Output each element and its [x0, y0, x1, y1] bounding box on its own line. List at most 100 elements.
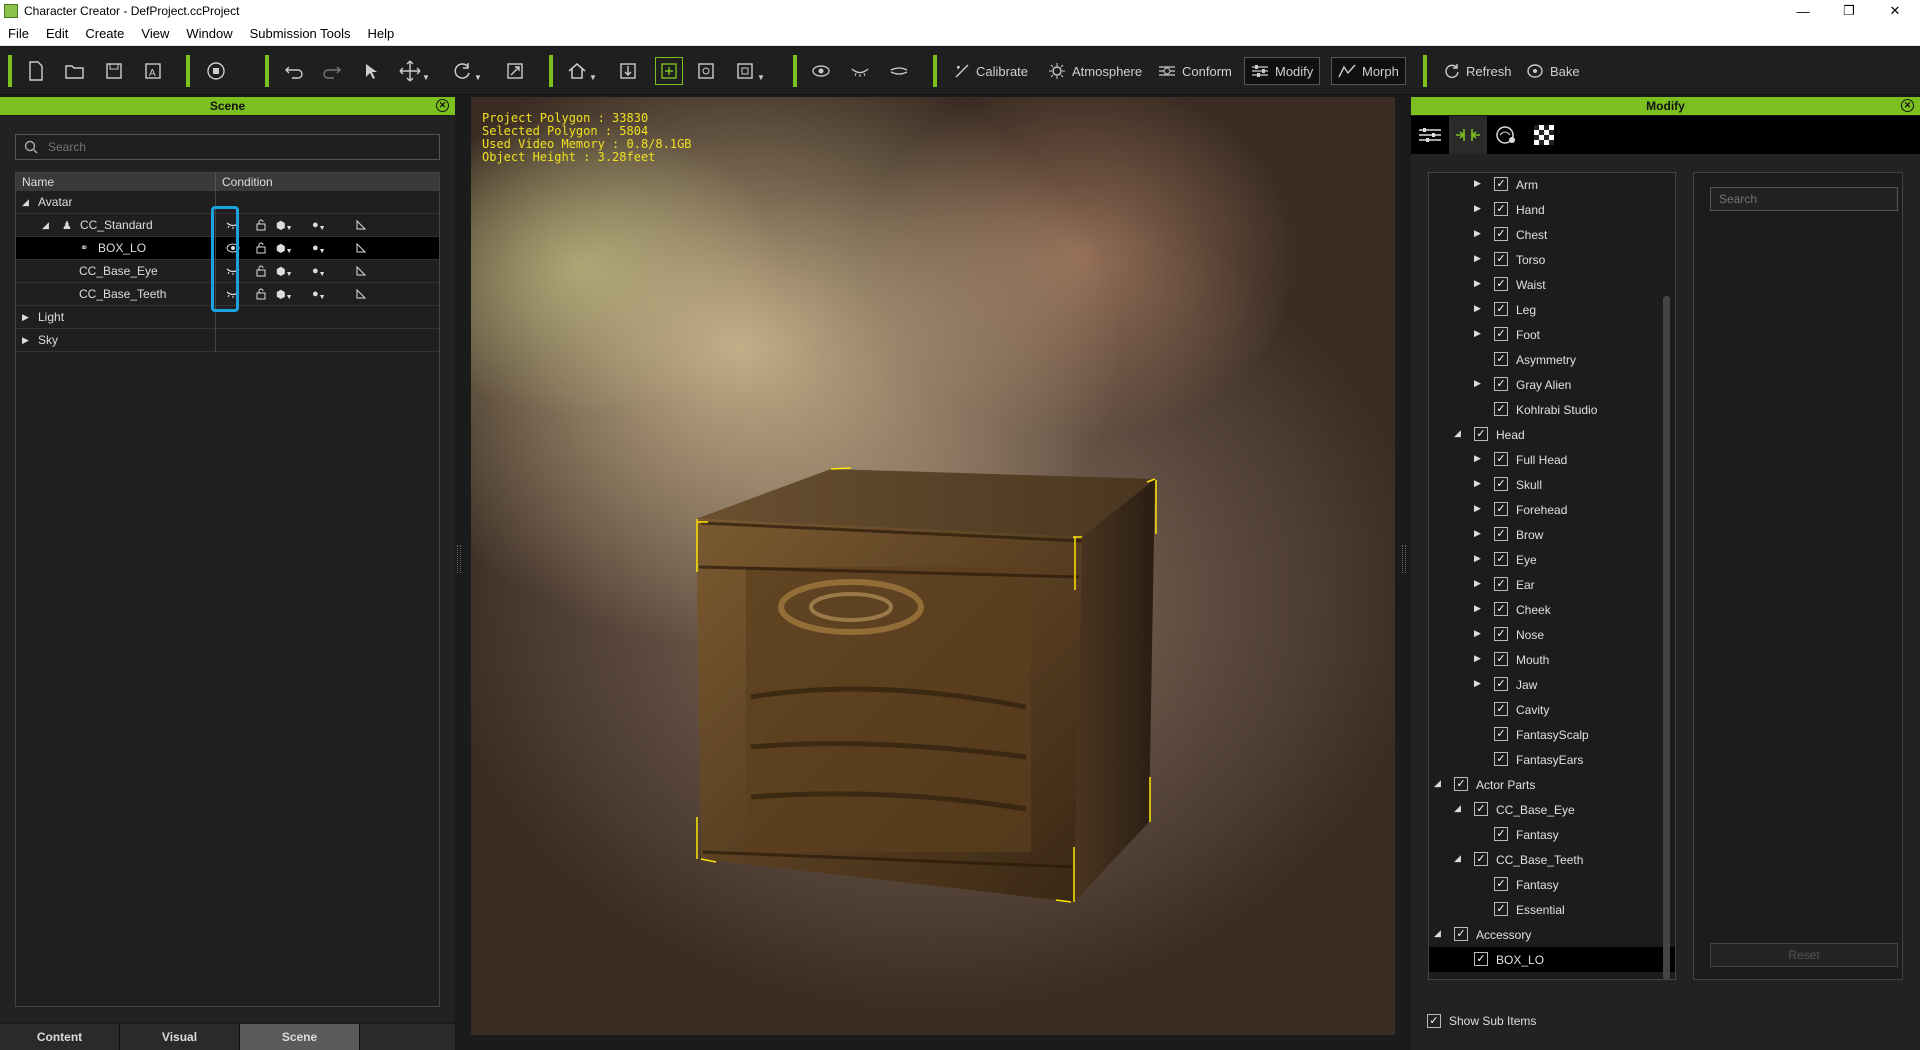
- morph-checkbox[interactable]: ✓: [1494, 502, 1508, 516]
- morph-checkbox[interactable]: ✓: [1494, 452, 1508, 466]
- splitter-handle[interactable]: [457, 545, 461, 573]
- expand-arrow-icon[interactable]: ▶: [1474, 303, 1484, 313]
- morph-checkbox[interactable]: ✓: [1494, 302, 1508, 316]
- wooden-crate-model[interactable]: [471, 97, 1395, 1035]
- bone-icon[interactable]: [350, 263, 372, 279]
- morph-tree-item[interactable]: ▶ ✓ Torso: [1429, 247, 1675, 272]
- scene-search-box[interactable]: [15, 134, 440, 160]
- morph-tree-item[interactable]: ▶ ✓ Foot: [1429, 322, 1675, 347]
- morph-tree-item[interactable]: ▶ ✓ Ear: [1429, 572, 1675, 597]
- lock-icon[interactable]: [250, 286, 272, 302]
- morph-tree-item[interactable]: ▶ ✓ Waist: [1429, 272, 1675, 297]
- morph-checkbox[interactable]: ✓: [1494, 552, 1508, 566]
- redo-icon[interactable]: [320, 57, 344, 85]
- morph-tree-item[interactable]: ▶ ✓ Brow: [1429, 522, 1675, 547]
- morph-tree-item[interactable]: ✓ Fantasy: [1429, 822, 1675, 847]
- expand-arrow-icon[interactable]: ▶: [1474, 653, 1484, 663]
- show-sub-items-checkbox[interactable]: ✓: [1427, 1014, 1441, 1028]
- morph-checkbox[interactable]: ✓: [1454, 777, 1468, 791]
- morph-tree-item[interactable]: ✓ FantasyEars: [1429, 747, 1675, 772]
- morph-checkbox[interactable]: ✓: [1494, 202, 1508, 216]
- tree-row-sky[interactable]: ▶ Sky: [16, 328, 439, 352]
- bone-icon[interactable]: [350, 286, 372, 302]
- shading-cube-icon[interactable]: ⬢ ▼: [276, 217, 308, 233]
- morph-tree-item[interactable]: ✓ Cavity: [1429, 697, 1675, 722]
- morph-checkbox[interactable]: ✓: [1494, 677, 1508, 691]
- menu-edit[interactable]: Edit: [38, 26, 77, 41]
- condition-column-header[interactable]: Condition: [216, 173, 273, 191]
- menu-file[interactable]: File: [0, 26, 38, 41]
- menu-view[interactable]: View: [133, 26, 178, 41]
- morph-tree-item[interactable]: ▶ ✓ Skull: [1429, 472, 1675, 497]
- collapse-arrow-icon[interactable]: ◢: [1434, 778, 1444, 788]
- expand-arrow-icon[interactable]: ▶: [1474, 228, 1484, 238]
- morph-button[interactable]: Morph: [1331, 57, 1406, 85]
- expand-arrow-icon[interactable]: ▶: [22, 335, 29, 346]
- lock-icon[interactable]: [250, 217, 272, 233]
- scene-search-input[interactable]: [48, 140, 408, 154]
- save-icon[interactable]: [102, 57, 126, 85]
- expand-arrow-icon[interactable]: ▶: [1474, 453, 1484, 463]
- bake-button[interactable]: Bake: [1520, 57, 1586, 85]
- shading-cube-icon[interactable]: ⬢ ▼: [276, 263, 308, 279]
- morph-checkbox[interactable]: ✓: [1474, 952, 1488, 966]
- morph-checkbox[interactable]: ✓: [1494, 727, 1508, 741]
- wireframe-icon[interactable]: [887, 57, 911, 85]
- reset-button[interactable]: Reset: [1710, 943, 1898, 967]
- home-camera-icon[interactable]: ▼: [565, 57, 597, 85]
- morph-tree-item[interactable]: ▶ ✓ Gray Alien: [1429, 372, 1675, 397]
- morph-tree-item[interactable]: ▶ ✓ Full Head: [1429, 447, 1675, 472]
- morph-checkbox[interactable]: ✓: [1494, 577, 1508, 591]
- minimize-icon[interactable]: —: [1780, 0, 1826, 22]
- morph-tree-item[interactable]: ◢ ✓ CC_Base_Eye: [1429, 797, 1675, 822]
- new-file-icon[interactable]: [24, 57, 48, 85]
- morph-checkbox[interactable]: ✓: [1494, 352, 1508, 366]
- atmosphere-button[interactable]: Atmosphere: [1042, 57, 1148, 85]
- refresh-button[interactable]: Refresh: [1438, 57, 1518, 85]
- scale-icon[interactable]: [503, 57, 527, 85]
- morph-tree-item[interactable]: ▶ ✓ Jaw: [1429, 672, 1675, 697]
- expand-arrow-icon[interactable]: ▶: [1474, 628, 1484, 638]
- morph-checkbox[interactable]: ✓: [1494, 177, 1508, 191]
- expand-arrow-icon[interactable]: ▶: [1474, 378, 1484, 388]
- xray-icon[interactable]: [848, 57, 872, 85]
- expand-arrow-icon[interactable]: ▶: [1474, 678, 1484, 688]
- expand-arrow-icon[interactable]: ▶: [1474, 553, 1484, 563]
- morph-checkbox[interactable]: ✓: [1494, 477, 1508, 491]
- show-sub-items-toggle[interactable]: ✓ Show Sub Items: [1427, 1014, 1536, 1028]
- collapse-arrow-icon[interactable]: ◢: [42, 220, 49, 231]
- morph-tree-item[interactable]: ✓ Kohlrabi Studio: [1429, 397, 1675, 422]
- morph-checkbox[interactable]: ✓: [1494, 377, 1508, 391]
- morph-checkbox[interactable]: ✓: [1494, 527, 1508, 541]
- morph-checkbox[interactable]: ✓: [1494, 327, 1508, 341]
- morph-checkbox[interactable]: ✓: [1494, 602, 1508, 616]
- collapse-arrow-icon[interactable]: ◢: [1454, 853, 1464, 863]
- shading-cube-icon[interactable]: ⬢ ▼: [276, 240, 308, 256]
- morph-checkbox[interactable]: ✓: [1474, 427, 1488, 441]
- close-panel-icon[interactable]: ✕: [1901, 99, 1914, 112]
- morph-checkbox[interactable]: ✓: [1494, 702, 1508, 716]
- morph-tree-item[interactable]: ▶ ✓ Forehead: [1429, 497, 1675, 522]
- morph-tree-item[interactable]: ◢ ✓ Actor Parts: [1429, 772, 1675, 797]
- tab-material-icon[interactable]: [1487, 116, 1525, 154]
- save-as-icon[interactable]: A: [141, 57, 165, 85]
- morph-checkbox[interactable]: ✓: [1494, 402, 1508, 416]
- collapse-arrow-icon[interactable]: ◢: [1454, 803, 1464, 813]
- drop-to-floor-icon[interactable]: [616, 57, 640, 85]
- morph-tree-item[interactable]: ▶ ✓ Eye: [1429, 547, 1675, 572]
- modify-button[interactable]: Modify: [1244, 57, 1321, 85]
- shadow-sphere-icon[interactable]: ● ▼: [312, 217, 344, 233]
- morph-tree-item[interactable]: ▶ ✓ Chest: [1429, 222, 1675, 247]
- morph-checkbox[interactable]: ✓: [1494, 752, 1508, 766]
- morph-checkbox[interactable]: ✓: [1474, 802, 1488, 816]
- morph-checkbox[interactable]: ✓: [1474, 852, 1488, 866]
- morph-checkbox[interactable]: ✓: [1494, 627, 1508, 641]
- calibrate-button[interactable]: Calibrate: [948, 57, 1034, 85]
- expand-arrow-icon[interactable]: ▶: [1474, 203, 1484, 213]
- morph-tree-item[interactable]: ◢ ✓ CC_Base_Teeth: [1429, 847, 1675, 872]
- lock-icon[interactable]: [250, 240, 272, 256]
- name-column-header[interactable]: Name: [16, 173, 216, 191]
- shadow-sphere-icon[interactable]: ● ▼: [312, 263, 344, 279]
- maximize-icon[interactable]: ❐: [1826, 0, 1872, 22]
- conform-button[interactable]: Conform: [1152, 57, 1238, 85]
